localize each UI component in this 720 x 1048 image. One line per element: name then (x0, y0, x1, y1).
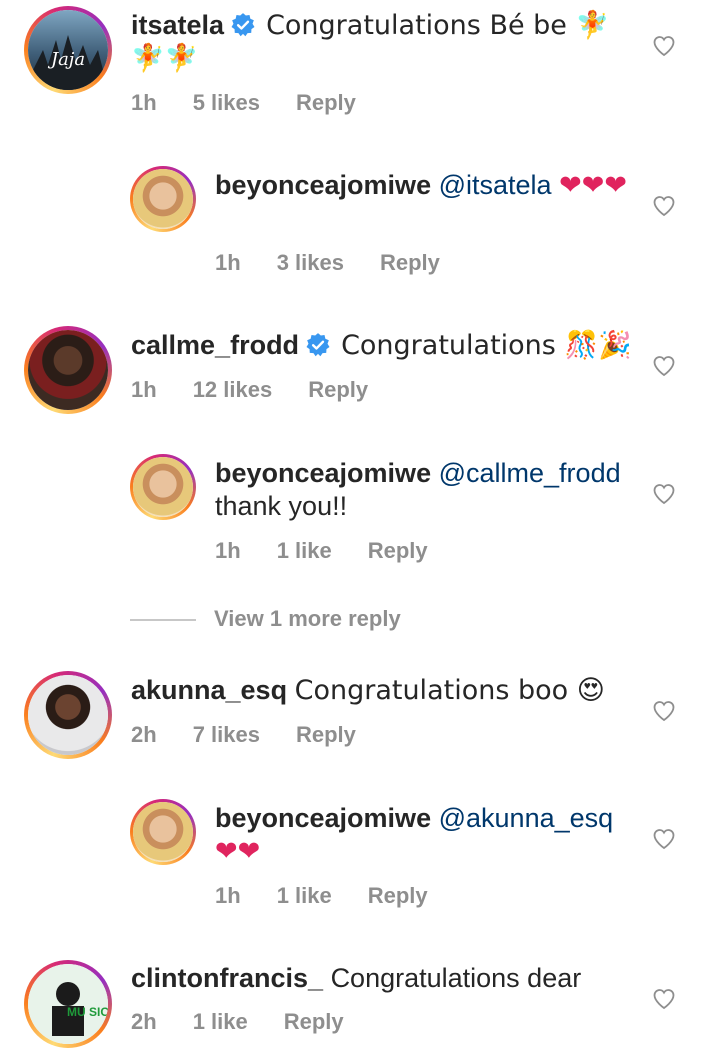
reply-button[interactable]: Reply (368, 538, 428, 564)
username[interactable]: beyonceajomiwe (215, 458, 431, 488)
reply-button[interactable]: Reply (296, 722, 356, 748)
username[interactable]: akunna_esq (131, 675, 287, 705)
reply-body: thank you!! (215, 491, 348, 521)
like-heart-icon[interactable] (652, 699, 676, 723)
comment-likes[interactable]: 5 likes (193, 90, 260, 116)
comment-meta: 2h 1 like Reply (131, 1009, 380, 1035)
reply-button[interactable]: Reply (284, 1009, 344, 1035)
reply-time: 1h (215, 250, 241, 275)
reply-time: 1h (215, 883, 241, 908)
reply-body: ❤❤ (215, 836, 261, 867)
like-heart-icon[interactable] (652, 354, 676, 378)
mention-link[interactable]: @akunna_esq (439, 803, 614, 833)
avatar[interactable] (130, 454, 196, 520)
mention-link[interactable]: @itsatela (439, 170, 552, 200)
like-heart-icon[interactable] (652, 194, 676, 218)
comment-meta: 1h 12 likes Reply (131, 377, 404, 403)
username[interactable]: beyonceajomiwe (215, 170, 431, 200)
comment-body: Congratulations boo 😍 (294, 675, 605, 706)
reply-text: beyonceajomiwe @itsatela ❤❤❤ (215, 169, 635, 202)
like-heart-icon[interactable] (652, 987, 676, 1011)
reply-meta: 1h 1 like Reply (215, 538, 464, 564)
reply-time: 1h (215, 538, 241, 563)
reply-button[interactable]: Reply (380, 250, 440, 276)
comment-time: 1h (131, 377, 157, 402)
comment-likes[interactable]: 12 likes (193, 377, 273, 403)
avatar-logo-text: Jaja (47, 49, 85, 70)
comment-body: Congratulations 🎊🎉 (341, 330, 632, 361)
reply-button[interactable]: Reply (368, 883, 428, 909)
reply-button[interactable]: Reply (308, 377, 368, 403)
comment-meta: 1h 5 likes Reply (131, 90, 392, 116)
like-heart-icon[interactable] (652, 827, 676, 851)
reply-likes[interactable]: 3 likes (277, 250, 344, 276)
comment-text: itsatela Congratulations Bé be 🧚🧚🧚 (131, 9, 641, 75)
username[interactable]: itsatela (131, 10, 224, 40)
avatar[interactable]: Jaja (24, 6, 112, 94)
comment-time: 1h (131, 90, 157, 115)
avatar[interactable] (130, 166, 196, 232)
reply-text: beyonceajomiwe @akunna_esq ❤❤ (215, 802, 635, 868)
username[interactable]: beyonceajomiwe (215, 803, 431, 833)
comment-time: 2h (131, 1009, 157, 1034)
mention-link[interactable]: @callme_frodd (439, 458, 621, 488)
avatar[interactable]: MU SIC (24, 960, 112, 1048)
comment-body: Congratulations dear (330, 963, 582, 993)
comment-meta: 2h 7 likes Reply (131, 722, 392, 748)
reply-text: beyonceajomiwe @callme_frodd thank you!! (215, 457, 635, 523)
verified-badge-icon (231, 13, 255, 37)
comment-text: akunna_esq Congratulations boo 😍 (131, 674, 641, 707)
avatar[interactable] (24, 671, 112, 759)
view-more-replies-button[interactable]: View 1 more reply (130, 606, 401, 632)
comment-text: clintonfrancis_ Congratulations dear (131, 962, 641, 995)
view-more-label[interactable]: View 1 more reply (214, 606, 401, 631)
comment-likes[interactable]: 7 likes (193, 722, 260, 748)
avatar-logo-text: MU SIC (67, 1005, 108, 1019)
comment-time: 2h (131, 722, 157, 747)
username[interactable]: callme_frodd (131, 330, 299, 360)
comment-likes[interactable]: 1 like (193, 1009, 248, 1035)
avatar[interactable] (24, 326, 112, 414)
comment-text: callme_frodd Congratulations 🎊🎉 (131, 329, 641, 362)
view-more-divider (130, 619, 196, 622)
reply-button[interactable]: Reply (296, 90, 356, 116)
reply-meta: 1h 3 likes Reply (215, 250, 476, 276)
username[interactable]: clintonfrancis_ (131, 963, 323, 993)
verified-badge-icon (306, 333, 330, 357)
avatar[interactable] (130, 799, 196, 865)
like-heart-icon[interactable] (652, 482, 676, 506)
like-heart-icon[interactable] (652, 34, 676, 58)
reply-likes[interactable]: 1 like (277, 538, 332, 564)
reply-likes[interactable]: 1 like (277, 883, 332, 909)
reply-meta: 1h 1 like Reply (215, 883, 464, 909)
reply-body: ❤❤❤ (559, 170, 627, 201)
